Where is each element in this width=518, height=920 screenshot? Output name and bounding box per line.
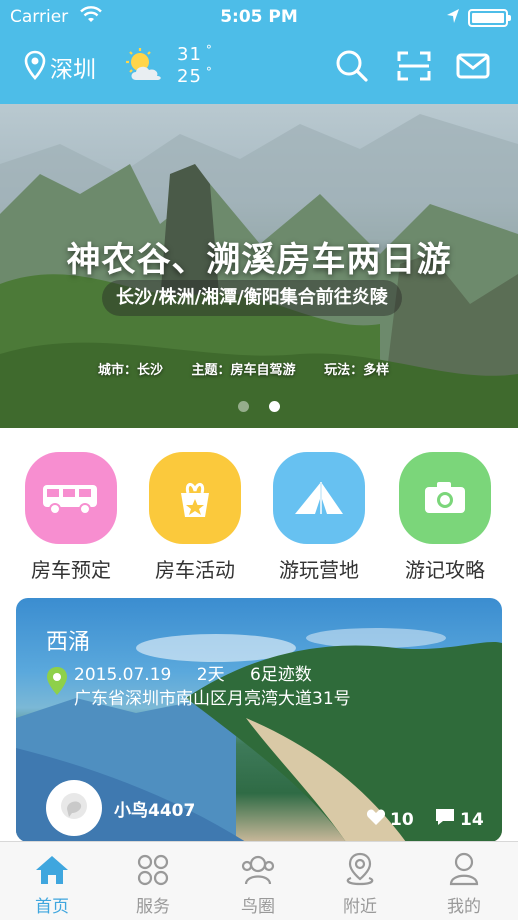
rv-icon (25, 452, 117, 544)
card-date: 2015.07.19 (74, 665, 172, 685)
category-label: 房车活动 (155, 558, 235, 582)
category-label: 游记攻略 (405, 558, 485, 582)
banner-city: 城市：长沙 (98, 363, 164, 378)
banner-subtitle: 长沙/株洲/湘潭/衡阳集合前往炎陵 (102, 280, 402, 316)
location-arrow-icon (446, 8, 460, 29)
scan-button[interactable] (394, 48, 434, 88)
category-travel-notes[interactable]: 游记攻略 (390, 452, 500, 583)
gift-icon (149, 452, 241, 544)
top-nav: 深圳 31 25 (0, 39, 518, 100)
camera-icon (399, 452, 491, 544)
category-rv-activity[interactable]: 房车活动 (140, 452, 250, 583)
card-place: 西涌 (46, 630, 91, 655)
temp-high: 31 (177, 39, 213, 66)
like-button[interactable]: 10 (366, 808, 414, 831)
tab-label: 附近 (343, 897, 377, 917)
heart-icon (366, 808, 386, 831)
city-selector[interactable]: 深圳 (24, 50, 96, 84)
travel-card[interactable]: 西涌 2015.07.19 2天 6足迹数 广东省深圳市南山区月亮湾大道31号 … (16, 598, 502, 842)
tab-bar: 首页 服务 鸟圈 附近 我的 (0, 841, 518, 920)
header: Carrier 5:05 PM 深圳 31 ° 25 ° (0, 0, 518, 104)
battery-icon (468, 9, 511, 27)
category-campsite[interactable]: 游玩营地 (264, 452, 374, 583)
clock: 5:05 PM (220, 7, 298, 27)
tab-services[interactable]: 服务 (101, 842, 205, 920)
carousel-dot[interactable] (238, 401, 250, 412)
banner-play: 玩法：多样 (324, 363, 390, 378)
scan-icon (397, 51, 431, 85)
comment-count: 14 (460, 809, 484, 830)
tab-label: 服务 (136, 897, 170, 917)
category-grid: 房车预定 房车活动 游玩营地 游记攻略 (0, 428, 518, 593)
comment-icon (434, 808, 456, 831)
category-label: 房车预定 (31, 558, 111, 582)
message-icon (456, 53, 490, 83)
card-address: 广东省深圳市南山区月亮湾大道31号 (74, 689, 351, 709)
card-trip-info: 2015.07.19 2天 6足迹数 (74, 660, 332, 685)
city-label: 深圳 (50, 57, 96, 83)
community-icon (206, 842, 310, 886)
banner-meta: 城市：长沙 主题：房车自驾游 玩法：多样 (98, 359, 389, 378)
like-count: 10 (390, 809, 414, 830)
tab-community[interactable]: 鸟圈 (206, 842, 310, 920)
nearby-icon (308, 842, 412, 886)
carousel-dots (0, 397, 518, 416)
banner-theme: 主题：房车自驾游 (191, 363, 296, 378)
card-username[interactable]: 小鸟4407 (114, 796, 195, 821)
location-pin-icon (24, 50, 46, 84)
card-duration: 2天 (196, 665, 225, 685)
tab-label: 首页 (35, 897, 69, 917)
tab-home[interactable]: 首页 (0, 842, 104, 920)
bird-avatar-icon (59, 791, 89, 825)
comment-button[interactable]: 14 (434, 808, 484, 831)
search-icon (335, 49, 369, 87)
tab-label: 鸟圈 (241, 897, 275, 917)
tab-label: 我的 (447, 897, 481, 917)
home-icon (0, 842, 104, 886)
search-button[interactable] (332, 48, 372, 88)
weather-icon (122, 48, 168, 88)
avatar[interactable] (46, 780, 102, 836)
tent-icon (273, 452, 365, 544)
tab-profile[interactable]: 我的 (412, 842, 516, 920)
message-button[interactable] (453, 48, 493, 88)
card-footprints: 6足迹数 (249, 665, 312, 685)
category-label: 游玩营地 (279, 558, 359, 582)
profile-icon (412, 842, 516, 886)
temperature: 31 25 (177, 39, 213, 88)
tab-nearby[interactable]: 附近 (308, 842, 412, 920)
temp-low: 25 (177, 61, 213, 88)
status-bar: Carrier 5:05 PM (0, 0, 518, 36)
banner-carousel[interactable]: 神农谷、溯溪房车两日游 长沙/株洲/湘潭/衡阳集合前往炎陵 城市：长沙 主题：房… (0, 104, 518, 428)
location-pin-icon (46, 666, 68, 700)
services-icon (101, 842, 205, 886)
banner-title: 神农谷、溯溪房车两日游 (66, 240, 452, 280)
carousel-dot-active[interactable] (268, 401, 280, 412)
category-rv-booking[interactable]: 房车预定 (16, 452, 126, 583)
